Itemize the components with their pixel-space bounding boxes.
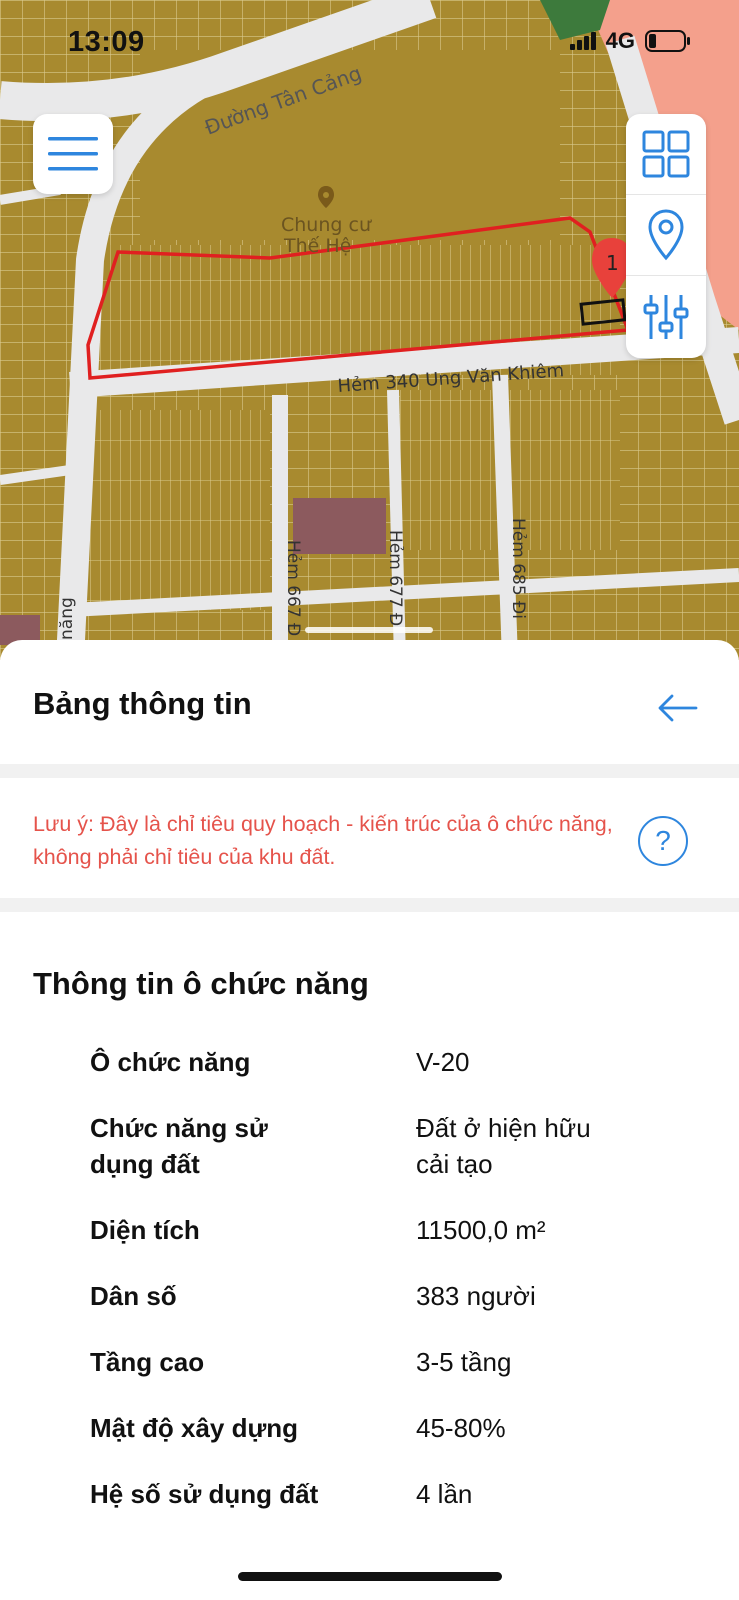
info-value: Đất ở hiện hữu cải tạo <box>416 1113 591 1179</box>
label-building-cut: Thế Hệ <box>283 235 351 257</box>
grid-icon <box>642 130 690 178</box>
network-label: 4G <box>605 28 635 53</box>
label-alley-667: Hẻm 667 Đ <box>283 540 303 636</box>
info-label: Tầng cao <box>90 1347 205 1377</box>
label-alley-685: Hẻm 685 Đi <box>508 518 528 619</box>
home-indicator <box>238 1572 502 1581</box>
map-tool-stack <box>626 114 706 358</box>
info-label: Mật độ xây dựng <box>90 1413 299 1443</box>
info-label: Hệ số sử dụng đất <box>90 1479 319 1509</box>
marker-label: 1 <box>606 251 619 275</box>
info-row-building-density: Mật độ xây dựng 45-80% <box>90 1410 710 1446</box>
public-lot <box>293 498 386 554</box>
divider <box>0 764 739 778</box>
hamburger-menu-icon <box>48 137 98 171</box>
info-row-population: Dân số 383 người <box>90 1278 710 1314</box>
sliders-icon <box>643 294 689 339</box>
info-label: Dân số <box>90 1281 177 1311</box>
info-value: 11500,0 m² <box>416 1215 546 1245</box>
status-time: 13:09 <box>68 26 145 58</box>
sheet-drag-handle[interactable] <box>305 627 433 633</box>
help-button[interactable]: ? <box>638 816 688 866</box>
menu-button[interactable] <box>33 114 113 194</box>
battery-icon <box>645 30 690 52</box>
sheet-header: Bảng thông tin <box>0 640 739 764</box>
question-mark-icon: ? <box>655 825 671 856</box>
signal-icon <box>569 32 596 50</box>
info-value: V-20 <box>416 1047 470 1077</box>
status-indicators: 4G <box>569 28 691 54</box>
info-label: Ô chức năng <box>90 1047 251 1077</box>
arrow-left-icon <box>658 694 698 722</box>
back-button[interactable] <box>650 680 706 736</box>
info-label: Chức năng sử dụng đất <box>90 1113 268 1179</box>
info-row-function-block: Ô chức năng V-20 <box>90 1044 710 1080</box>
my-location-button[interactable] <box>626 195 706 276</box>
info-row-area: Diện tích 11500,0 m² <box>90 1212 710 1248</box>
status-bar: 13:09 4G <box>0 0 739 84</box>
info-row-land-use: Chức năng sử dụng đất Đất ở hiện hữu cải… <box>90 1110 710 1182</box>
sheet-title: Bảng thông tin <box>33 686 252 721</box>
info-label: Diện tích <box>90 1215 200 1245</box>
label-building: Chung cư <box>281 214 372 236</box>
info-value: 383 người <box>416 1281 536 1311</box>
info-sheet: Bảng thông tin Lưu ý: Đây là chỉ tiêu qu… <box>0 640 739 1600</box>
label-alley-677: Hẻm 677 Đ <box>385 530 405 626</box>
section-title: Thông tin ô chức năng <box>33 966 369 1001</box>
info-value: 45-80% <box>416 1413 506 1443</box>
planning-note: Lưu ý: Đây là chỉ tiêu quy hoạch - kiến … <box>33 812 613 869</box>
divider <box>0 898 739 912</box>
info-row-land-use-coefficient: Hệ số sử dụng đất 4 lần <box>90 1476 710 1512</box>
screen: 1 Đường Tân Cảng Chung cư Thế Hệ Hẻm 340… <box>0 0 739 1600</box>
label-left-street: năng <box>57 597 77 640</box>
location-pin-icon <box>648 209 684 261</box>
filter-button[interactable] <box>626 276 706 357</box>
info-value: 4 lần <box>416 1479 473 1509</box>
info-row-floors: Tầng cao 3-5 tầng <box>90 1344 710 1380</box>
layers-button[interactable] <box>626 114 706 195</box>
function-block-info-table: Ô chức năng V-20 Chức năng sử dụng đất Đ… <box>90 1044 710 1542</box>
info-value: 3-5 tầng <box>416 1347 512 1377</box>
